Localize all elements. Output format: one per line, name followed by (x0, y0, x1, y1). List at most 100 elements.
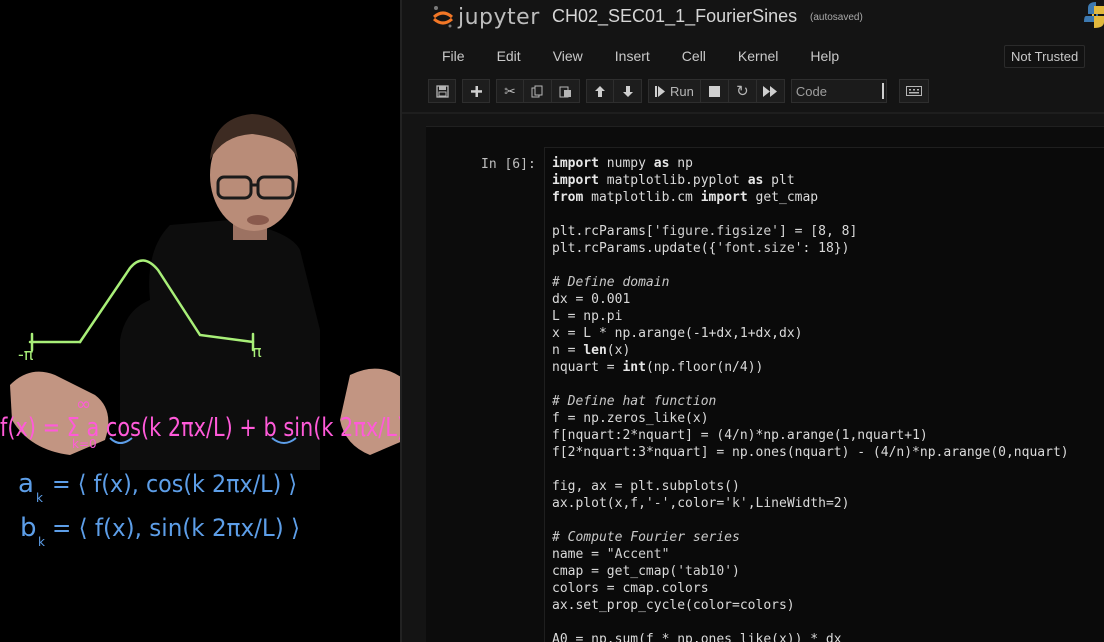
code-token: 1 (912, 428, 920, 443)
code-line: A0 = np.sum(f * np.ones_like(x)) * dx (552, 631, 1069, 642)
keyboard-icon (905, 86, 922, 96)
code-token: *nquart] = np.ones(nquart) - ( (645, 445, 881, 460)
code-token: (x) (606, 343, 631, 358)
text-cursor (881, 83, 884, 99)
restart-icon: ↻ (736, 83, 749, 100)
restart-kernel-button[interactable]: ↻ (728, 79, 757, 103)
run-button[interactable]: Run (648, 79, 701, 103)
series-text: f(x) = Σ a cos(k 2πx/L) + b sin(k 2πx/L) (0, 413, 400, 443)
code-token: f = np.zeros_like(x) (552, 411, 709, 426)
code-token: /n)*np.arange( (888, 445, 999, 460)
code-token: ] (849, 224, 858, 239)
code-editor[interactable]: import numpy as np import matplotlib.pypl… (552, 155, 1069, 642)
restart-run-all-button[interactable] (756, 79, 785, 103)
menu-help[interactable]: Help (794, 44, 855, 70)
code-token: 'k' (724, 496, 748, 511)
code-token: cmap = get_cmap( (552, 564, 678, 579)
code-line: fig, ax = plt.subplots() (552, 478, 1069, 495)
cell-type-select[interactable]: Code (790, 79, 887, 103)
code-line: import matplotlib.pyplot as plt (552, 172, 1069, 189)
code-line: plt.rcParams['figure.figsize'] = [8, 8] (552, 223, 1069, 240)
move-up-button[interactable] (586, 79, 614, 103)
code-input-area[interactable]: import numpy as np import matplotlib.pypl… (544, 147, 1104, 642)
code-token: import (700, 190, 748, 205)
lecture-video-frame: -π π f(x) = Σ a cos(k 2πx/L) + b sin(k 2… (0, 114, 400, 549)
code-token: n = (552, 343, 584, 358)
code-token: 2 (833, 496, 842, 511)
code-token: ] = [ (778, 224, 819, 239)
code-line: from matplotlib.cm import get_cmap (552, 189, 1069, 206)
command-palette-button[interactable] (898, 79, 929, 103)
fast-forward-icon (763, 85, 778, 97)
jupyter-logo[interactable]: jupyter (432, 4, 540, 30)
insert-cell-button[interactable] (462, 79, 490, 103)
neg-pi-label: -π (18, 345, 34, 364)
code-token: # Compute Fourier series (552, 530, 740, 545)
coefficient-formulas: a k = ⟨ f(x), cos(k 2πx/L) ⟩ b k = ⟨ f(x… (18, 469, 300, 549)
code-token: fig, ax = plt.subplots() (552, 479, 740, 494)
menu-kernel[interactable]: Kernel (722, 44, 794, 70)
code-token: as (653, 156, 670, 171)
copy-button[interactable] (524, 79, 552, 103)
save-button[interactable] (428, 79, 456, 103)
code-token: 1 (739, 326, 748, 341)
code-token: colors = cmap.colors (552, 581, 709, 596)
code-line: L = np.pi (552, 308, 1069, 325)
paste-button[interactable] (552, 79, 580, 103)
ak-symbol: a (18, 469, 34, 499)
code-token: ) (841, 496, 850, 511)
menu-bar: File Edit View Insert Cell Kernel Help (426, 44, 855, 70)
menu-file[interactable]: File (426, 44, 481, 70)
code-token: ,nquart) (1005, 445, 1069, 460)
code-token: ) (919, 428, 928, 443)
code-token: "Accent" (606, 547, 670, 562)
code-line: # Compute Fourier series (552, 529, 1069, 546)
notebook-title[interactable]: CH02_SEC01_1_FourierSines (552, 6, 797, 27)
code-line: f[nquart:2*nquart] = (4/n)*np.arange(1,n… (552, 427, 1069, 444)
code-line: import numpy as np (552, 155, 1069, 172)
trust-indicator-button[interactable]: Not Trusted (1004, 45, 1086, 68)
code-token: # Define hat function (552, 394, 717, 409)
code-token: '-' (645, 496, 670, 511)
code-token: x = L * np.arange(- (552, 326, 701, 341)
code-token: name = (552, 547, 607, 562)
code-token: ) (732, 564, 740, 579)
code-token: : (802, 241, 819, 256)
code-token: 4 (739, 360, 748, 375)
cut-button[interactable]: ✂ (496, 79, 524, 103)
ak-subscript: k (36, 491, 43, 505)
input-prompt: In [6]: (481, 157, 536, 172)
code-token: 'font.size' (716, 241, 803, 256)
code-token: ax.set_prop_cycle(color=colors) (552, 598, 795, 613)
menu-view[interactable]: View (537, 44, 599, 70)
move-down-button[interactable] (614, 79, 642, 103)
code-token: import (552, 156, 599, 171)
code-line: n = len(x) (552, 342, 1069, 359)
code-token: get_cmap (747, 190, 819, 205)
arrow-down-icon (622, 85, 633, 97)
code-token: int (622, 360, 646, 375)
code-line: x = L * np.arange(-1+dx,1+dx,dx) (552, 325, 1069, 342)
code-line: f[2*nquart:3*nquart] = np.ones(nquart) -… (552, 444, 1069, 461)
code-token: np (669, 156, 693, 171)
code-line: # Define domain (552, 274, 1069, 291)
pos-pi-label: π (252, 342, 262, 361)
menu-cell[interactable]: Cell (666, 44, 722, 70)
code-token: 'tab10' (677, 564, 733, 579)
code-token: import (552, 173, 599, 188)
code-token: A0 = np.sum(f * np.ones_like(x)) * dx (552, 632, 842, 642)
code-token: }) (833, 241, 850, 256)
bk-formula: = ⟨ f(x), sin(k 2πx/L) ⟩ (52, 514, 300, 542)
code-token: ,LineWidth= (747, 496, 834, 511)
code-line: name = "Accent" (552, 546, 1069, 563)
stop-icon (708, 85, 720, 97)
code-token: plt.rcParams.update({ (552, 241, 717, 256)
paste-icon (559, 86, 571, 97)
menu-edit[interactable]: Edit (481, 44, 537, 70)
interrupt-kernel-button[interactable] (700, 79, 729, 103)
menu-insert[interactable]: Insert (599, 44, 666, 70)
code-line: plt.rcParams.update({'font.size': 18}) (552, 240, 1069, 257)
code-cell[interactable]: In [6]: import numpy as np import matplot… (426, 147, 1104, 642)
